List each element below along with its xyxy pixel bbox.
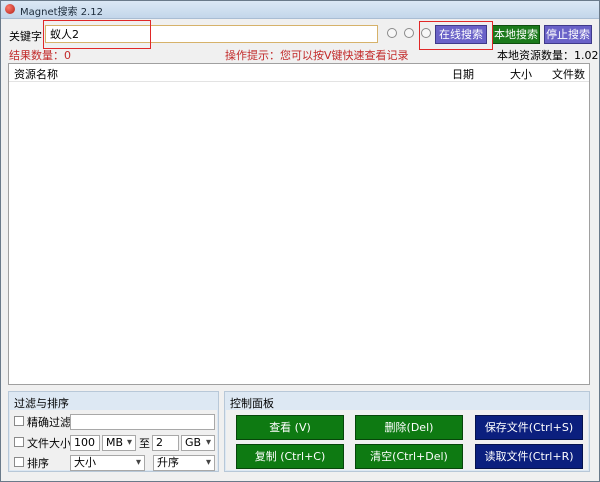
list-header: 资源名称 日期 大小 文件数	[9, 64, 589, 82]
sort-field-value: 大小	[74, 456, 96, 469]
annotation-keyword-box	[43, 20, 151, 49]
operation-tip: 操作提示：您可以按V键快速查看记录	[225, 49, 409, 62]
radio-option-1[interactable]	[387, 28, 397, 38]
size-min-unit-select[interactable]: MB	[102, 435, 136, 451]
sort-field-select[interactable]: 大小	[70, 455, 145, 471]
local-search-button[interactable]: 本地搜索	[492, 25, 540, 44]
title-bar: Magnet搜索 2.12	[1, 1, 599, 19]
size-max-unit-value: GB	[185, 436, 202, 449]
window-title: Magnet搜索 2.12	[20, 7, 103, 18]
read-file-button[interactable]: 读取文件(Ctrl+R)	[475, 444, 583, 469]
stop-search-button[interactable]: 停止搜索	[544, 25, 592, 44]
sort-checkbox[interactable]	[14, 457, 24, 467]
copy-button[interactable]: 复制 (Ctrl+C)	[236, 444, 344, 469]
keyword-label: 关键字	[9, 30, 42, 43]
exact-filter-checkbox[interactable]	[14, 416, 24, 426]
size-max-input[interactable]: 2	[152, 435, 179, 451]
control-panel-body: 查看 (V) 删除(Del) 保存文件(Ctrl+S) 复制 (Ctrl+C) …	[226, 410, 588, 470]
size-max-unit-select[interactable]: GB	[181, 435, 215, 451]
sort-order-value: 升序	[157, 456, 179, 469]
filter-sort-panel: 过滤与排序 精确过滤 文件大小 100 MB 至 2 GB 排序 大小 升序	[8, 391, 219, 472]
file-size-checkbox[interactable]	[14, 437, 24, 447]
annotation-online-search-box	[419, 21, 493, 50]
size-min-unit-value: MB	[106, 436, 124, 449]
result-list[interactable]: 资源名称 日期 大小 文件数	[8, 63, 590, 385]
app-logo-icon	[5, 4, 15, 14]
column-size[interactable]: 大小	[510, 66, 532, 82]
radio-option-2[interactable]	[404, 28, 414, 38]
delete-button[interactable]: 删除(Del)	[355, 415, 463, 440]
column-date[interactable]: 日期	[452, 66, 474, 82]
sort-label: 排序	[27, 457, 49, 470]
clear-button[interactable]: 清空(Ctrl+Del)	[355, 444, 463, 469]
sort-order-select[interactable]: 升序	[153, 455, 215, 471]
control-panel: 控制面板 查看 (V) 删除(Del) 保存文件(Ctrl+S) 复制 (Ctr…	[224, 391, 590, 472]
exact-filter-label: 精确过滤	[27, 416, 71, 429]
view-button[interactable]: 查看 (V)	[236, 415, 344, 440]
app-window: Magnet搜索 2.12 关键字 在线搜索 本地搜索 停止搜索 结果数量：0 …	[0, 0, 600, 482]
save-file-button[interactable]: 保存文件(Ctrl+S)	[475, 415, 583, 440]
filter-panel-body: 精确过滤 文件大小 100 MB 至 2 GB 排序 大小 升序	[10, 410, 217, 471]
size-min-input[interactable]: 100	[70, 435, 100, 451]
file-size-label: 文件大小	[27, 437, 71, 450]
control-panel-title: 控制面板	[230, 397, 274, 410]
column-file-count[interactable]: 文件数	[552, 66, 585, 82]
filter-panel-title: 过滤与排序	[14, 397, 69, 410]
exact-filter-input[interactable]	[70, 414, 215, 430]
to-label: 至	[139, 437, 150, 450]
column-resource-name[interactable]: 资源名称	[14, 66, 58, 82]
result-count: 结果数量：0	[9, 49, 71, 62]
